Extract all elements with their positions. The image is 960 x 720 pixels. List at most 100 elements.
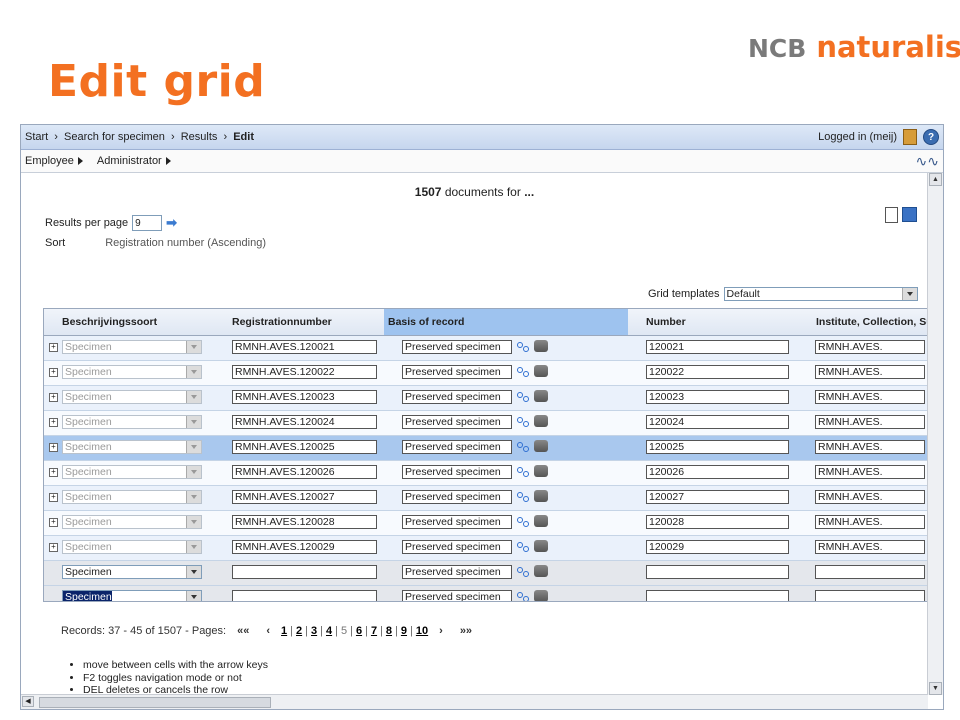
chevron-down-icon[interactable] <box>186 391 201 403</box>
link-icon[interactable] <box>516 390 530 402</box>
page-link[interactable]: 1 <box>281 625 287 637</box>
chevron-down-icon[interactable] <box>901 288 917 300</box>
chevron-down-icon[interactable] <box>186 441 201 453</box>
save-icon[interactable] <box>902 207 917 222</box>
menu-employee[interactable]: Employee <box>25 155 83 167</box>
col-header-beschrijvingssoort[interactable]: Beschrijvingssoort <box>58 309 233 335</box>
registration-number-input[interactable]: RMNH.AVES.120021 <box>232 340 377 354</box>
number-input[interactable] <box>646 565 789 579</box>
link-icon[interactable] <box>516 340 530 352</box>
institute-input[interactable]: RMNH.AVES. <box>815 540 925 554</box>
registration-number-input[interactable] <box>232 565 377 579</box>
number-input[interactable]: 120027 <box>646 490 789 504</box>
expand-icon[interactable]: + <box>49 493 58 502</box>
expand-icon[interactable]: + <box>49 368 58 377</box>
institute-input[interactable]: RMNH.AVES. <box>815 390 925 404</box>
help-icon[interactable]: ? <box>923 129 939 145</box>
institute-input[interactable]: RMNH.AVES. <box>815 365 925 379</box>
new-document-icon[interactable] <box>885 207 898 223</box>
type-select[interactable]: Specimen <box>62 340 202 354</box>
table-row[interactable]: + Specimen RMNH.AVES.120029 Preserved speci… <box>44 536 929 561</box>
registration-number-input[interactable]: RMNH.AVES.120025 <box>232 440 377 454</box>
pager-last[interactable]: »» <box>460 625 472 637</box>
type-select[interactable]: Specimen <box>62 440 202 454</box>
chevron-down-icon[interactable] <box>186 566 201 578</box>
link-icon[interactable] <box>516 490 530 502</box>
type-select[interactable]: Specimen <box>62 565 202 579</box>
expand-icon[interactable]: + <box>49 418 58 427</box>
database-icon[interactable] <box>534 540 548 552</box>
type-select[interactable]: Specimen <box>62 590 202 601</box>
chevron-down-icon[interactable] <box>186 491 201 503</box>
table-row[interactable]: + Specimen RMNH.AVES.120026 Preserved speci… <box>44 461 929 486</box>
database-icon[interactable] <box>534 565 548 577</box>
database-icon[interactable] <box>534 465 548 477</box>
breadcrumb-start[interactable]: Start <box>25 131 48 143</box>
registration-number-input[interactable] <box>232 590 377 601</box>
basis-of-record-input[interactable]: Preserved specimen <box>402 340 512 354</box>
basis-of-record-input[interactable]: Preserved specimen <box>402 490 512 504</box>
page-link[interactable]: 3 <box>311 625 317 637</box>
page-link[interactable]: 6 <box>356 625 362 637</box>
col-header-registrationnumber[interactable]: Registrationnumber <box>228 309 383 335</box>
expand-icon[interactable]: + <box>49 443 58 452</box>
basis-of-record-input[interactable]: Preserved specimen <box>402 590 512 601</box>
database-icon[interactable] <box>534 365 548 377</box>
pager-next[interactable]: › <box>439 625 443 637</box>
type-select[interactable]: Specimen <box>62 415 202 429</box>
table-row[interactable]: + Specimen RMNH.AVES.120023 Preserved speci… <box>44 386 929 411</box>
table-row[interactable]: + Specimen RMNH.AVES.120024 Preserved speci… <box>44 411 929 436</box>
col-header-basis-of-record[interactable]: Basis of record <box>384 309 628 335</box>
page-link[interactable]: 10 <box>416 625 428 637</box>
page-link[interactable]: 8 <box>386 625 392 637</box>
expand-icon[interactable]: + <box>49 543 58 552</box>
type-select[interactable]: Specimen <box>62 465 202 479</box>
logout-icon[interactable] <box>903 129 917 145</box>
basis-of-record-input[interactable]: Preserved specimen <box>402 365 512 379</box>
chevron-down-icon[interactable] <box>186 516 201 528</box>
chevron-down-icon[interactable] <box>186 591 201 601</box>
type-select[interactable]: Specimen <box>62 515 202 529</box>
database-icon[interactable] <box>534 590 548 601</box>
registration-number-input[interactable]: RMNH.AVES.120029 <box>232 540 377 554</box>
apply-arrow-icon[interactable]: ➡ <box>166 215 177 231</box>
chevron-down-icon[interactable] <box>186 366 201 378</box>
new-table-row[interactable]: Specimen Preserved specimen <box>44 561 929 586</box>
registration-number-input[interactable]: RMNH.AVES.120028 <box>232 515 377 529</box>
registration-number-input[interactable]: RMNH.AVES.120027 <box>232 490 377 504</box>
table-row[interactable]: + Specimen RMNH.AVES.120027 Preserved speci… <box>44 486 929 511</box>
registration-number-input[interactable]: RMNH.AVES.120026 <box>232 465 377 479</box>
chevron-down-icon[interactable] <box>186 466 201 478</box>
number-input[interactable]: 120021 <box>646 340 789 354</box>
type-select[interactable]: Specimen <box>62 540 202 554</box>
number-input[interactable]: 120025 <box>646 440 789 454</box>
basis-of-record-input[interactable]: Preserved specimen <box>402 465 512 479</box>
page-link[interactable]: 2 <box>296 625 302 637</box>
col-header-institute[interactable]: Institute, Collection, Subco <box>812 309 929 335</box>
link-icon[interactable] <box>516 365 530 377</box>
link-icon[interactable] <box>516 540 530 552</box>
institute-input[interactable]: RMNH.AVES. <box>815 415 925 429</box>
scroll-down-icon[interactable]: ▼ <box>929 682 942 695</box>
database-icon[interactable] <box>534 515 548 527</box>
institute-input[interactable]: RMNH.AVES. <box>815 515 925 529</box>
chevron-down-icon[interactable] <box>186 541 201 553</box>
institute-input[interactable] <box>815 590 925 601</box>
link-icon[interactable] <box>516 515 530 527</box>
scroll-left-icon[interactable]: ◀ <box>22 696 34 707</box>
basis-of-record-input[interactable]: Preserved specimen <box>402 515 512 529</box>
table-row[interactable]: + Specimen RMNH.AVES.120022 Preserved speci… <box>44 361 929 386</box>
institute-input[interactable]: RMNH.AVES. <box>815 440 925 454</box>
number-input[interactable] <box>646 590 789 601</box>
type-select[interactable]: Specimen <box>62 390 202 404</box>
registration-number-input[interactable]: RMNH.AVES.120023 <box>232 390 377 404</box>
table-row[interactable]: + Specimen RMNH.AVES.120025 Preserved speci… <box>44 436 929 461</box>
database-icon[interactable] <box>534 415 548 427</box>
col-header-number[interactable]: Number <box>642 309 812 335</box>
page-link[interactable]: 7 <box>371 625 377 637</box>
database-icon[interactable] <box>534 490 548 502</box>
vertical-scrollbar[interactable]: ▲ ▼ <box>927 173 943 695</box>
link-icon[interactable] <box>516 415 530 427</box>
grid-templates-select[interactable]: Default <box>723 287 918 301</box>
basis-of-record-input[interactable]: Preserved specimen <box>402 415 512 429</box>
